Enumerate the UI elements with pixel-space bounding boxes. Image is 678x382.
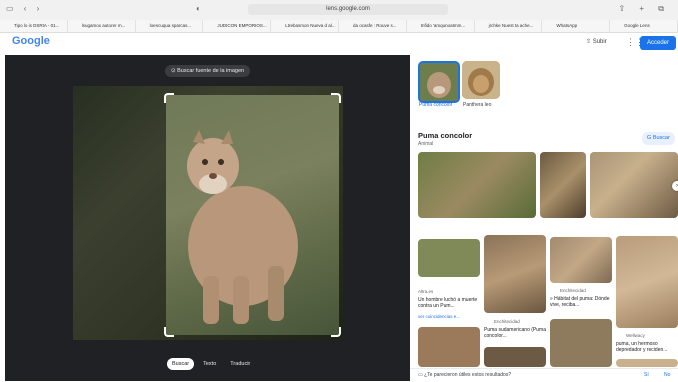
feedback-question: ▭ ¿Te parecieron útiles estos resultados… bbox=[418, 372, 511, 378]
candidate-label: Panthera leo bbox=[463, 102, 492, 108]
entity-subtitle: Animal bbox=[418, 141, 434, 147]
entity-search-label: Buscar bbox=[652, 135, 670, 141]
bookmark-item[interactable]: loencuqua sparcas... bbox=[136, 20, 204, 32]
entity-image[interactable] bbox=[540, 152, 586, 218]
bookmark-item[interactable]: tnfido 'amqunoatmm... bbox=[407, 20, 475, 32]
feedback-bar: ▭ ¿Te parecieron útiles estos resultados… bbox=[410, 368, 678, 382]
result-card-image[interactable] bbox=[616, 359, 678, 367]
upload-label: Subir bbox=[592, 39, 607, 45]
result-title[interactable]: puma, un hermoso depredador y reciden... bbox=[616, 341, 678, 353]
candidate-label: Puma concolor bbox=[419, 102, 453, 108]
result-title[interactable]: » Hábitat del puma: Dónde vive, reciba..… bbox=[550, 296, 612, 308]
crop-handle-top-left[interactable] bbox=[164, 93, 174, 103]
browser-action-icons[interactable]: ⇧ + ⧉ bbox=[618, 4, 670, 14]
browser-nav-icons[interactable]: ▭ ‹ › bbox=[6, 4, 43, 13]
search-source-button[interactable]: ⊙ Buscar fuente de la imagen bbox=[165, 65, 251, 77]
browser-toolbar: ▭ ‹ › ◐ lens.google.com ⇧ + ⧉ bbox=[0, 0, 678, 21]
uploaded-photo bbox=[73, 86, 343, 340]
candidate-puma-concolor[interactable] bbox=[418, 61, 460, 103]
result-source: Altra.es bbox=[418, 289, 434, 294]
result-card-image[interactable] bbox=[616, 236, 678, 328]
bookmarks-bar: Tipo lo is DSRtA - 01... lsugamox autore… bbox=[0, 20, 678, 33]
result-matches-link[interactable]: ver coincidencias e... bbox=[418, 314, 460, 319]
crop-handle-top-right[interactable] bbox=[331, 93, 341, 103]
google-logo[interactable]: Google bbox=[12, 35, 50, 47]
result-card-image[interactable] bbox=[550, 237, 612, 283]
page-header: Google ⇧ Subir ⋮⋮ Acceder bbox=[0, 33, 678, 53]
tab-buscar[interactable]: Buscar bbox=[167, 358, 195, 370]
image-viewer: ⊙ Buscar fuente de la imagen Buscar Text… bbox=[5, 55, 410, 381]
result-title[interactable]: Un hombre luchó a muerte contra un Pum..… bbox=[418, 297, 480, 309]
crop-handle-bottom-right[interactable] bbox=[331, 327, 341, 337]
feedback-yes-button[interactable]: Sí bbox=[644, 372, 649, 378]
entity-image[interactable] bbox=[418, 152, 536, 218]
signin-button[interactable]: Acceder bbox=[640, 36, 676, 50]
result-card-image[interactable] bbox=[484, 235, 546, 313]
entity-search-button[interactable]: G Buscar bbox=[642, 132, 675, 145]
tab-traducir[interactable]: Traducir bbox=[225, 358, 255, 370]
bookmark-item[interactable]: Ltrebasmon Nueva d al... bbox=[271, 20, 339, 32]
lens-mode-tabs: Buscar Texto Traducir bbox=[167, 358, 255, 370]
bookmark-item[interactable]: WhatsApp bbox=[542, 20, 611, 32]
tab-texto[interactable]: Texto bbox=[198, 358, 221, 370]
feedback-text: ¿Te parecieron útiles estos resultados? bbox=[424, 372, 512, 378]
bookmark-item[interactable]: Tipo lo is DSRtA - 01... bbox=[0, 20, 68, 32]
result-source: Wellwacy bbox=[626, 333, 645, 338]
crop-handle-bottom-left[interactable] bbox=[164, 327, 174, 337]
cougar-figure bbox=[187, 130, 298, 324]
bookmark-item[interactable]: da ocasfe : Rouve s... bbox=[339, 20, 407, 32]
upload-icon: ⇧ bbox=[586, 39, 593, 45]
bookmark-item[interactable]: lsugamox autorer m... bbox=[68, 20, 136, 32]
result-source: Enchitecidad bbox=[494, 319, 520, 324]
candidate-panthera-leo[interactable] bbox=[462, 61, 500, 99]
address-bar[interactable]: lens.google.com bbox=[248, 4, 448, 15]
entity-title: Puma concolor bbox=[418, 131, 473, 140]
results-panel: Puma concolor Panthera leo Puma concolor… bbox=[410, 55, 678, 381]
result-card-image[interactable] bbox=[418, 327, 480, 367]
candidate-thumbnail bbox=[462, 61, 500, 99]
bookmark-item[interactable]: Google Lens bbox=[610, 20, 678, 32]
bookmark-item[interactable]: jrchke Nuest ta ache... bbox=[475, 20, 543, 32]
bookmark-item[interactable]: JUDICON EMPORIOS... bbox=[203, 20, 272, 32]
entity-image[interactable] bbox=[590, 152, 678, 218]
privacy-icon[interactable]: ◐ bbox=[196, 4, 201, 13]
search-source-label: Buscar fuente de la imagen bbox=[177, 68, 245, 74]
chevron-right-icon[interactable]: › bbox=[672, 181, 678, 191]
result-card-image[interactable] bbox=[484, 347, 546, 367]
feedback-no-button[interactable]: No bbox=[664, 372, 670, 378]
result-source: Enchitecidad bbox=[560, 288, 586, 293]
result-card-image[interactable] bbox=[418, 239, 480, 277]
result-title[interactable]: Puma sudamericano (Puma concolor... bbox=[484, 327, 546, 339]
result-card-image[interactable] bbox=[550, 319, 612, 367]
candidate-thumbnail bbox=[420, 63, 458, 101]
upload-button[interactable]: ⇧ Subir bbox=[586, 38, 607, 45]
